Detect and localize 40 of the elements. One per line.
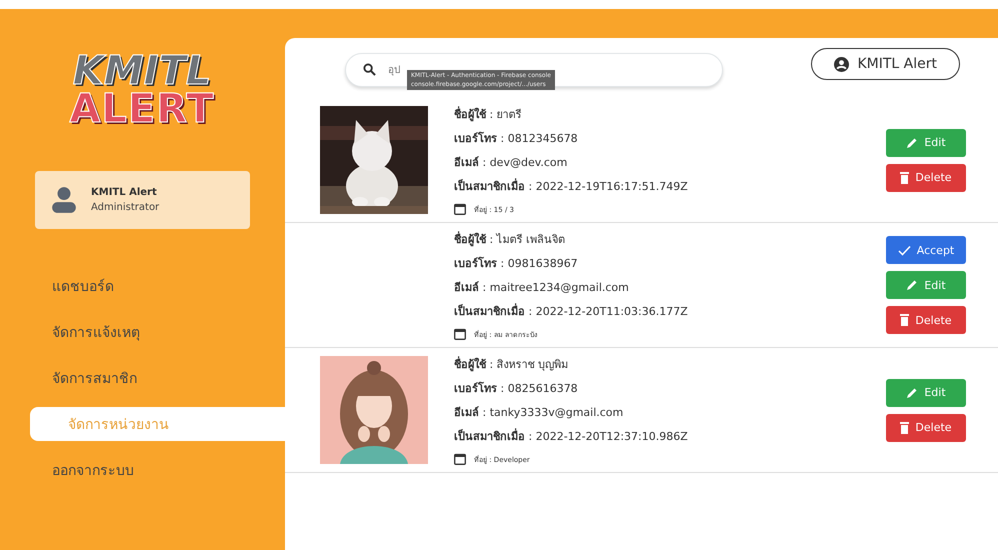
sidebar-item[interactable]: จัดการสมาชิก [52,361,285,395]
edit-button[interactable]: Edit [886,378,966,406]
user-icon [834,56,850,72]
member-detail: ชื่อผู้ใช้ : สิงหราช บุญพิม [454,355,570,373]
edit-button[interactable]: Edit [886,271,966,299]
sidebar-item[interactable]: ออกจากระบบ [52,453,285,487]
trash-icon [900,422,910,434]
accept-button[interactable]: Accept [886,236,966,264]
search-icon [363,63,376,76]
member-detail: อีเมล์ : dev@dev.com [454,155,568,171]
calendar-icon [454,203,466,215]
member-detail: ชื่อผู้ใช้ : ไมตรี เพลินจิต [454,230,566,248]
edit-button[interactable]: Edit [886,128,966,156]
member-detail: อีเมล์ : maitree1234@gmail.com [454,280,630,296]
user-role: Administrator [91,202,160,213]
calendar-icon [454,453,466,465]
member-detail: เป็นสมาชิกเมื่อ : 2022-12-20T12:37:10.986Z [454,427,689,445]
member-detail: เบอร์โทร : 0825616378 [454,380,579,397]
delete-button[interactable]: Delete [886,414,966,442]
member-detail: เบอร์โทร : 0981638967 [454,256,579,272]
user-icon [51,186,77,214]
delete-button[interactable]: Delete [886,164,966,192]
calendar-icon [454,328,466,340]
sidebar-item[interactable]: จัดการแจ้งเหตุ [52,315,285,349]
delete-button[interactable]: Delete [886,306,966,334]
logo: KMITL ALERT [68,52,216,128]
check-icon [898,244,911,256]
user-name: KMITL Alert [91,187,158,198]
member-detail: เป็นสมาชิกเมื่อ : 2022-12-19T16:17:51.749Z [454,177,689,195]
member-detail: เป็นสมาชิกเมื่อ : 2022-12-20T11:03:36.177Z [454,302,689,320]
member-detail: ชื่อผู้ใช้ : ยาตรี [454,105,523,123]
member-detail: อีเมล์ : tanky3333v@gmail.com [454,405,624,421]
pencil-icon [906,386,918,398]
member-detail: เบอร์โทร : 0812345678 [454,130,579,147]
pencil-icon [906,136,918,148]
sidebar-item[interactable]: แดชบอร์ด [52,269,285,303]
trash-icon [900,172,910,184]
trash-icon [900,314,910,326]
account-button[interactable]: KMITL Alert [811,48,960,80]
pencil-icon [906,279,918,291]
